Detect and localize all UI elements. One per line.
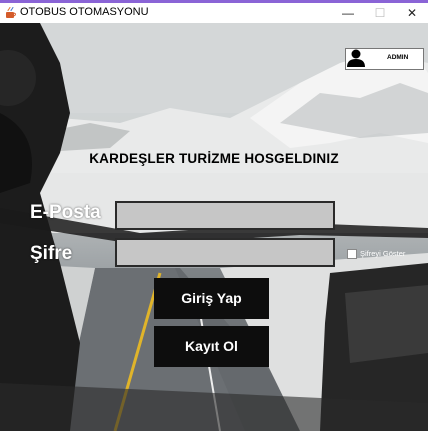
show-password-label: Şifreyi Göster <box>360 249 406 258</box>
background-photo: ADMIN KARDEŞLER TURİZME HOSGELDINIZ E-Po… <box>0 23 428 431</box>
email-field-frame <box>115 201 335 230</box>
close-button[interactable]: ✕ <box>396 3 428 23</box>
user-icon <box>347 49 365 67</box>
password-field-frame <box>115 238 335 267</box>
maximize-button[interactable]: ☐ <box>364 3 396 23</box>
title-bar[interactable]: OTOBUS OTOMASYONU — ☐ ✕ <box>0 3 428 23</box>
minimize-button[interactable]: — <box>332 3 364 23</box>
email-input[interactable] <box>117 203 333 228</box>
show-password-checkbox[interactable] <box>347 249 357 259</box>
java-app-icon <box>6 7 16 18</box>
admin-button-label: ADMIN <box>387 54 409 61</box>
email-label: E-Posta <box>30 202 101 223</box>
register-button[interactable]: Kayıt Ol <box>154 326 269 367</box>
login-window: OTOBUS OTOMASYONU — ☐ ✕ ADMIN KARDEŞLER … <box>0 0 428 431</box>
welcome-heading: KARDEŞLER TURİZME HOSGELDINIZ <box>89 151 339 166</box>
login-button[interactable]: Giriş Yap <box>154 278 269 319</box>
admin-button[interactable]: ADMIN <box>345 48 424 70</box>
password-input[interactable] <box>117 240 333 265</box>
password-label: Şifre <box>30 243 73 264</box>
window-title: OTOBUS OTOMASYONU <box>20 6 149 18</box>
